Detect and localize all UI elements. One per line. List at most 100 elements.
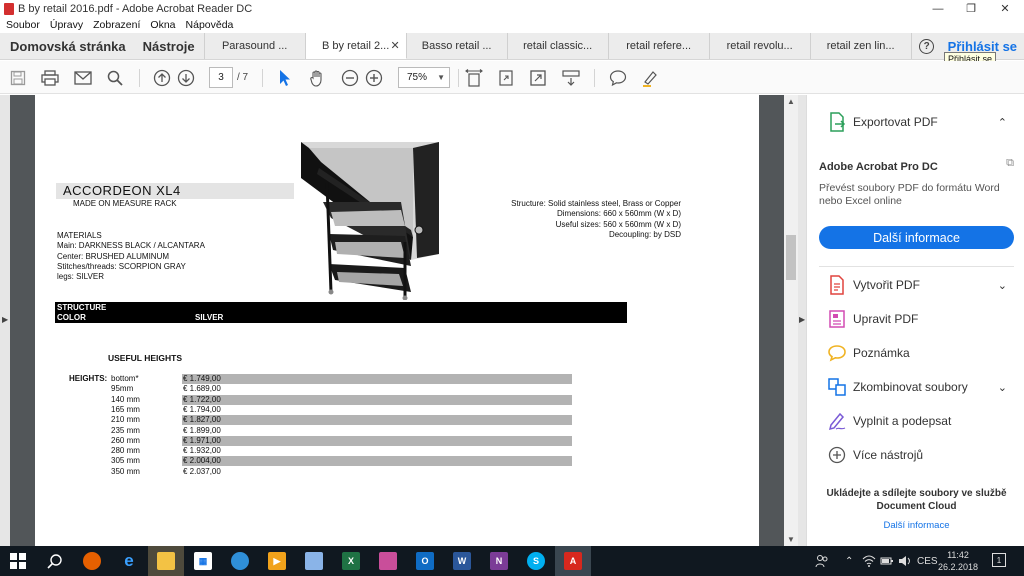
tool-item-combine-files[interactable]: Zkombinovat soubory ⌄	[807, 370, 1024, 404]
scroll-up-icon[interactable]: ▲	[787, 97, 795, 106]
title-bar: B by retail 2016.pdf - Adobe Acrobat Rea…	[0, 0, 1024, 17]
minimize-button[interactable]: —	[921, 0, 955, 17]
onenote-icon[interactable]: N	[481, 546, 517, 576]
full-screen-icon[interactable]	[527, 67, 549, 89]
search-icon[interactable]	[104, 67, 126, 89]
search-icon[interactable]	[37, 546, 73, 576]
document-tab[interactable]: retail classic...	[508, 33, 609, 59]
clock[interactable]: 11:42 26.2.2018	[936, 549, 980, 573]
paint-icon[interactable]	[296, 546, 332, 576]
tool-item-fill-sign[interactable]: Vyplnit a podepsat	[807, 404, 1024, 438]
volume-icon[interactable]	[898, 546, 912, 576]
word-icon[interactable]: W	[444, 546, 480, 576]
tool-item-create-pdf[interactable]: Vytvořit PDF ⌄	[807, 268, 1024, 302]
menu-file[interactable]: Soubor	[6, 19, 40, 31]
excel-icon[interactable]: X	[333, 546, 369, 576]
scroll-down-icon[interactable]: ▼	[787, 535, 795, 544]
document-tab[interactable]: retail refere...	[609, 33, 710, 59]
height-row: 210 mm € 1.827,00	[35, 415, 759, 426]
rotate-view-icon[interactable]	[495, 67, 517, 89]
document-tab-label: retail zen lin...	[826, 40, 895, 52]
tool-item-more-tools[interactable]: Více nástrojů	[807, 438, 1024, 472]
acrobat-taskbar-icon[interactable]: A	[555, 546, 591, 576]
document-tab[interactable]: retail revolu...	[710, 33, 811, 59]
document-tab[interactable]: Basso retail ...	[407, 33, 508, 59]
chevron-up-icon[interactable]: ⌃	[845, 546, 853, 576]
height-row: 350 mm € 2.037,00	[35, 467, 759, 477]
menu-window[interactable]: Okna	[150, 19, 175, 31]
battery-icon[interactable]	[880, 546, 894, 576]
edit-pdf-icon	[827, 309, 847, 329]
menu-edit[interactable]: Úpravy	[50, 19, 83, 31]
firefox-icon[interactable]	[74, 546, 110, 576]
height-row: 280 mm € 1.932,00	[35, 446, 759, 456]
scrollbar-thumb[interactable]	[786, 235, 796, 280]
store-icon[interactable]: ▦	[185, 546, 221, 576]
wifi-icon[interactable]	[862, 546, 876, 576]
language-indicator[interactable]: CES	[917, 546, 938, 576]
height-row: 305 mm € 2.004,00	[35, 456, 759, 467]
zoom-in-icon[interactable]	[363, 67, 385, 89]
paint-3d-icon[interactable]	[370, 546, 406, 576]
window-title: B by retail 2016.pdf - Adobe Acrobat Rea…	[18, 2, 253, 15]
edge-icon[interactable]: e	[111, 546, 147, 576]
zoom-select[interactable]: 75% ▼	[398, 67, 450, 88]
left-panel-toggle[interactable]: ▶	[0, 95, 10, 546]
document-tab[interactable]: retail zen lin...	[811, 33, 912, 59]
menu-view[interactable]: Zobrazení	[93, 19, 140, 31]
maximize-button[interactable]: ❐	[954, 0, 988, 17]
close-window-button[interactable]: ✕	[988, 0, 1022, 17]
select-cursor-icon[interactable]	[274, 67, 296, 89]
tool-item-edit-pdf[interactable]: Upravit PDF	[807, 302, 1024, 336]
materials-line: legs: SILVER	[57, 272, 104, 282]
hand-tool-icon[interactable]	[306, 67, 328, 89]
highlight-pen-icon[interactable]	[639, 67, 661, 89]
comment-icon[interactable]	[607, 67, 629, 89]
height-size: 210 mm	[111, 415, 140, 425]
tools-tab[interactable]: Nástroje	[135, 33, 205, 59]
cloud-more-info-link[interactable]: Další informace	[819, 520, 1014, 531]
chevron-up-icon[interactable]: ⌃	[998, 116, 1007, 129]
document-tab[interactable]: Parasound ...	[205, 33, 306, 59]
tool-label: Zkombinovat soubory	[853, 380, 968, 394]
close-tab-icon[interactable]: ✕	[390, 39, 399, 52]
document-cloud-promo: Ukládejte a sdílejte soubory ve službě D…	[826, 488, 1007, 512]
people-icon[interactable]	[815, 546, 829, 576]
useful-heights-title: USEFUL HEIGHTS	[108, 353, 182, 363]
height-price: € 1.689,00	[183, 384, 221, 394]
skype-icon[interactable]: S	[518, 546, 554, 576]
help-button[interactable]: ?	[912, 33, 942, 59]
height-size: 165 mm	[111, 404, 140, 414]
fit-width-icon[interactable]	[463, 67, 485, 89]
media-player-icon[interactable]: ▶	[259, 546, 295, 576]
notification-icon[interactable]: 1	[992, 553, 1006, 567]
previous-page-icon[interactable]	[151, 67, 173, 89]
email-icon[interactable]	[72, 67, 94, 89]
next-page-icon[interactable]	[175, 67, 197, 89]
tools-pane: Exportovat PDF ⌃ ⧉ Adobe Acrobat Pro DC …	[806, 95, 1024, 546]
more-info-button[interactable]: Další informace	[819, 226, 1014, 249]
height-row: 260 mm € 1.971,00	[35, 435, 759, 446]
menu-help[interactable]: Nápověda	[186, 19, 234, 31]
outlook-icon[interactable]: O	[407, 546, 443, 576]
right-panel-toggle[interactable]: ▶	[798, 95, 806, 546]
file-explorer-icon[interactable]	[148, 546, 184, 576]
save-icon[interactable]	[7, 67, 29, 89]
product-title: ACCORDEON XL4	[63, 183, 181, 198]
page-number-input[interactable]: 3	[209, 67, 233, 88]
chevron-down-icon[interactable]: ⌄	[998, 381, 1007, 394]
zoom-out-icon[interactable]	[339, 67, 361, 89]
scroll-mode-icon[interactable]	[560, 67, 582, 89]
acrobat-app-icon	[4, 2, 14, 15]
start-button[interactable]	[0, 546, 36, 576]
tool-item-comment[interactable]: Poznámka	[807, 336, 1024, 370]
print-icon[interactable]	[39, 67, 61, 89]
document-tab-active[interactable]: B by retail 2... ✕	[305, 33, 407, 59]
copy-icon[interactable]: ⧉	[1006, 157, 1014, 170]
home-tab[interactable]: Domovská stránka	[0, 33, 135, 59]
export-pdf-item[interactable]: Exportovat PDF ⌃	[807, 105, 1024, 139]
vertical-scrollbar[interactable]: ▲ ▼	[784, 95, 798, 546]
network-app-icon[interactable]	[222, 546, 258, 576]
chevron-down-icon[interactable]: ⌄	[998, 279, 1007, 292]
menu-bar: Soubor Úpravy Zobrazení Okna Nápověda	[0, 17, 1024, 33]
